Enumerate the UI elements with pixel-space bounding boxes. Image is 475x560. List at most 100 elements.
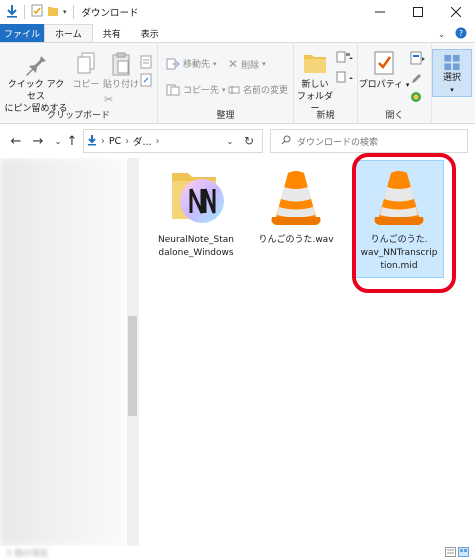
file-list[interactable]: NeuralNote_Stan dalone_Windows りんごのうた.wa…: [140, 153, 475, 546]
ribbon: クイック アクセス にピン留めする コピー 貼り付け ✂ クリップボード 移動先…: [0, 42, 475, 125]
new-group-label: 新規: [316, 111, 335, 121]
large-icons-view-icon[interactable]: [458, 547, 469, 560]
arrow-right-icon: →: [32, 133, 44, 149]
close-icon: [451, 7, 461, 17]
vlc-cone-icon: [264, 166, 328, 230]
delete-icon: ✕: [228, 57, 239, 71]
new-item-icon[interactable]: [336, 51, 354, 66]
arrow-up-icon: ↑: [66, 133, 78, 149]
breadcrumb-pc[interactable]: PC: [109, 136, 121, 147]
arrow-left-icon: ←: [10, 133, 22, 149]
chevron-down-icon[interactable]: ▾: [63, 8, 67, 16]
properties-icon: [374, 51, 394, 75]
maximize-button[interactable]: [399, 0, 437, 24]
window-controls: [361, 0, 475, 24]
history-icon[interactable]: [410, 91, 422, 106]
scissors-icon[interactable]: ✂: [104, 93, 113, 106]
file-name: wav_NNTranscrip: [360, 248, 438, 258]
chevron-down-icon[interactable]: ⌄: [438, 30, 445, 39]
forward-button[interactable]: →: [30, 133, 46, 149]
refresh-button[interactable]: ↻: [240, 133, 258, 149]
select-group: 選択 ▾: [432, 43, 475, 125]
copy-to-button[interactable]: コピー先 ▾: [166, 83, 226, 96]
paste-label: 貼り付け: [102, 80, 139, 90]
chevron-down-icon: ▾: [450, 86, 454, 94]
svg-text:?: ?: [459, 29, 463, 38]
open-group: プロパティ ▾ 開く: [358, 43, 432, 125]
address-history-button[interactable]: ⌄: [222, 133, 238, 149]
easy-access-icon[interactable]: [336, 71, 354, 86]
properties-text: プロパティ: [358, 80, 404, 90]
search-input[interactable]: ダウンロードの検索: [270, 129, 468, 153]
file-name: りんごのうた.wav: [258, 235, 334, 245]
up-button[interactable]: ↑: [64, 133, 80, 149]
help-icon[interactable]: ?: [455, 27, 467, 42]
back-button[interactable]: ←: [8, 133, 24, 149]
file-item-selected[interactable]: りんごのうた. wav_NNTranscrip tion.mid: [355, 166, 443, 273]
file-item[interactable]: りんごのうた.wav: [252, 166, 340, 247]
tabs-right-controls: ⌄ ?: [438, 27, 467, 42]
chevron-down-icon: ▾: [262, 60, 266, 68]
search-placeholder: ダウンロードの検索: [297, 137, 379, 148]
organize-group: 移動先 ▾ コピー先 ▾ ✕ 削除 ▾ 名前の変更 整理: [158, 43, 294, 125]
tab-home[interactable]: ホーム: [44, 24, 93, 42]
details-view-icon[interactable]: [445, 547, 456, 560]
navigation-pane[interactable]: [0, 158, 140, 546]
move-to-button[interactable]: 移動先 ▾: [166, 57, 217, 70]
rename-icon: [228, 85, 240, 94]
vlc-cone-icon: [367, 166, 431, 230]
new-folder-button[interactable]: 新しい フォルダー: [294, 49, 336, 115]
file-item[interactable]: NeuralNote_Stan dalone_Windows: [152, 166, 240, 260]
open-icon[interactable]: [410, 51, 426, 68]
item-count: 3 個の項目: [6, 549, 49, 559]
new-folder-icon[interactable]: [47, 4, 59, 20]
delete-button[interactable]: ✕ 削除 ▾: [228, 57, 266, 71]
organize-group-label: 整理: [216, 111, 235, 121]
properties-check-icon[interactable]: [31, 4, 43, 20]
paste-icon: [112, 52, 130, 76]
ribbon-tabs: ファイル ホーム 共有 表示 ⌄ ?: [0, 24, 475, 42]
paste-button[interactable]: 貼り付け: [102, 51, 140, 91]
clipboard-group-label: クリップボード: [46, 111, 110, 121]
pin-quick-access-button[interactable]: クイック アクセス にピン留めする: [4, 51, 68, 115]
tab-share[interactable]: 共有: [93, 24, 131, 42]
edit-icon[interactable]: [410, 73, 422, 88]
close-button[interactable]: [437, 0, 475, 24]
open-group-label: 開く: [385, 111, 404, 121]
download-arrow-icon[interactable]: [6, 4, 18, 21]
chevron-down-icon: ⌄: [54, 136, 62, 146]
rename-button[interactable]: 名前の変更: [228, 83, 288, 96]
neuralnote-folder-icon: [164, 166, 228, 230]
file-name: dalone_Windows: [158, 248, 234, 258]
properties-label: プロパティ ▾: [358, 80, 410, 90]
move-to-icon: [166, 58, 180, 69]
search-icon: [281, 135, 291, 148]
download-folder-icon: [87, 134, 97, 149]
minimize-button[interactable]: [361, 0, 399, 24]
tab-file[interactable]: ファイル: [0, 24, 44, 42]
minimize-icon: [375, 11, 385, 13]
breadcrumb-separator-icon: ›: [155, 135, 160, 147]
rename-label: 名前の変更: [243, 86, 289, 96]
move-to-label: 移動先: [183, 60, 211, 70]
navigation-tree-blurred: [0, 158, 126, 546]
copy-label: コピー: [72, 80, 100, 90]
toolbar-divider: [72, 5, 74, 19]
select-label: 選択: [442, 73, 461, 83]
pin-icon: [26, 53, 46, 76]
title-bar: ▾ ダウンロード: [0, 0, 475, 24]
refresh-icon: ↻: [243, 134, 255, 148]
delete-label: 削除: [241, 60, 260, 71]
clipboard-group: クイック アクセス にピン留めする コピー 貼り付け ✂ クリップボード: [0, 43, 158, 125]
select-icon: [444, 54, 460, 71]
breadcrumb-downloads[interactable]: ダ...: [133, 134, 152, 148]
navigation-scrollbar-thumb[interactable]: [128, 316, 137, 416]
select-button[interactable]: 選択 ▾: [432, 49, 472, 97]
paste-shortcut-icon[interactable]: [140, 73, 152, 90]
breadcrumb-separator-icon: ›: [101, 135, 105, 147]
copy-button[interactable]: コピー: [70, 51, 102, 91]
maximize-icon: [413, 7, 423, 17]
copy-path-icon[interactable]: [140, 55, 152, 72]
properties-button[interactable]: プロパティ ▾: [358, 49, 410, 91]
tab-view[interactable]: 表示: [131, 24, 169, 42]
